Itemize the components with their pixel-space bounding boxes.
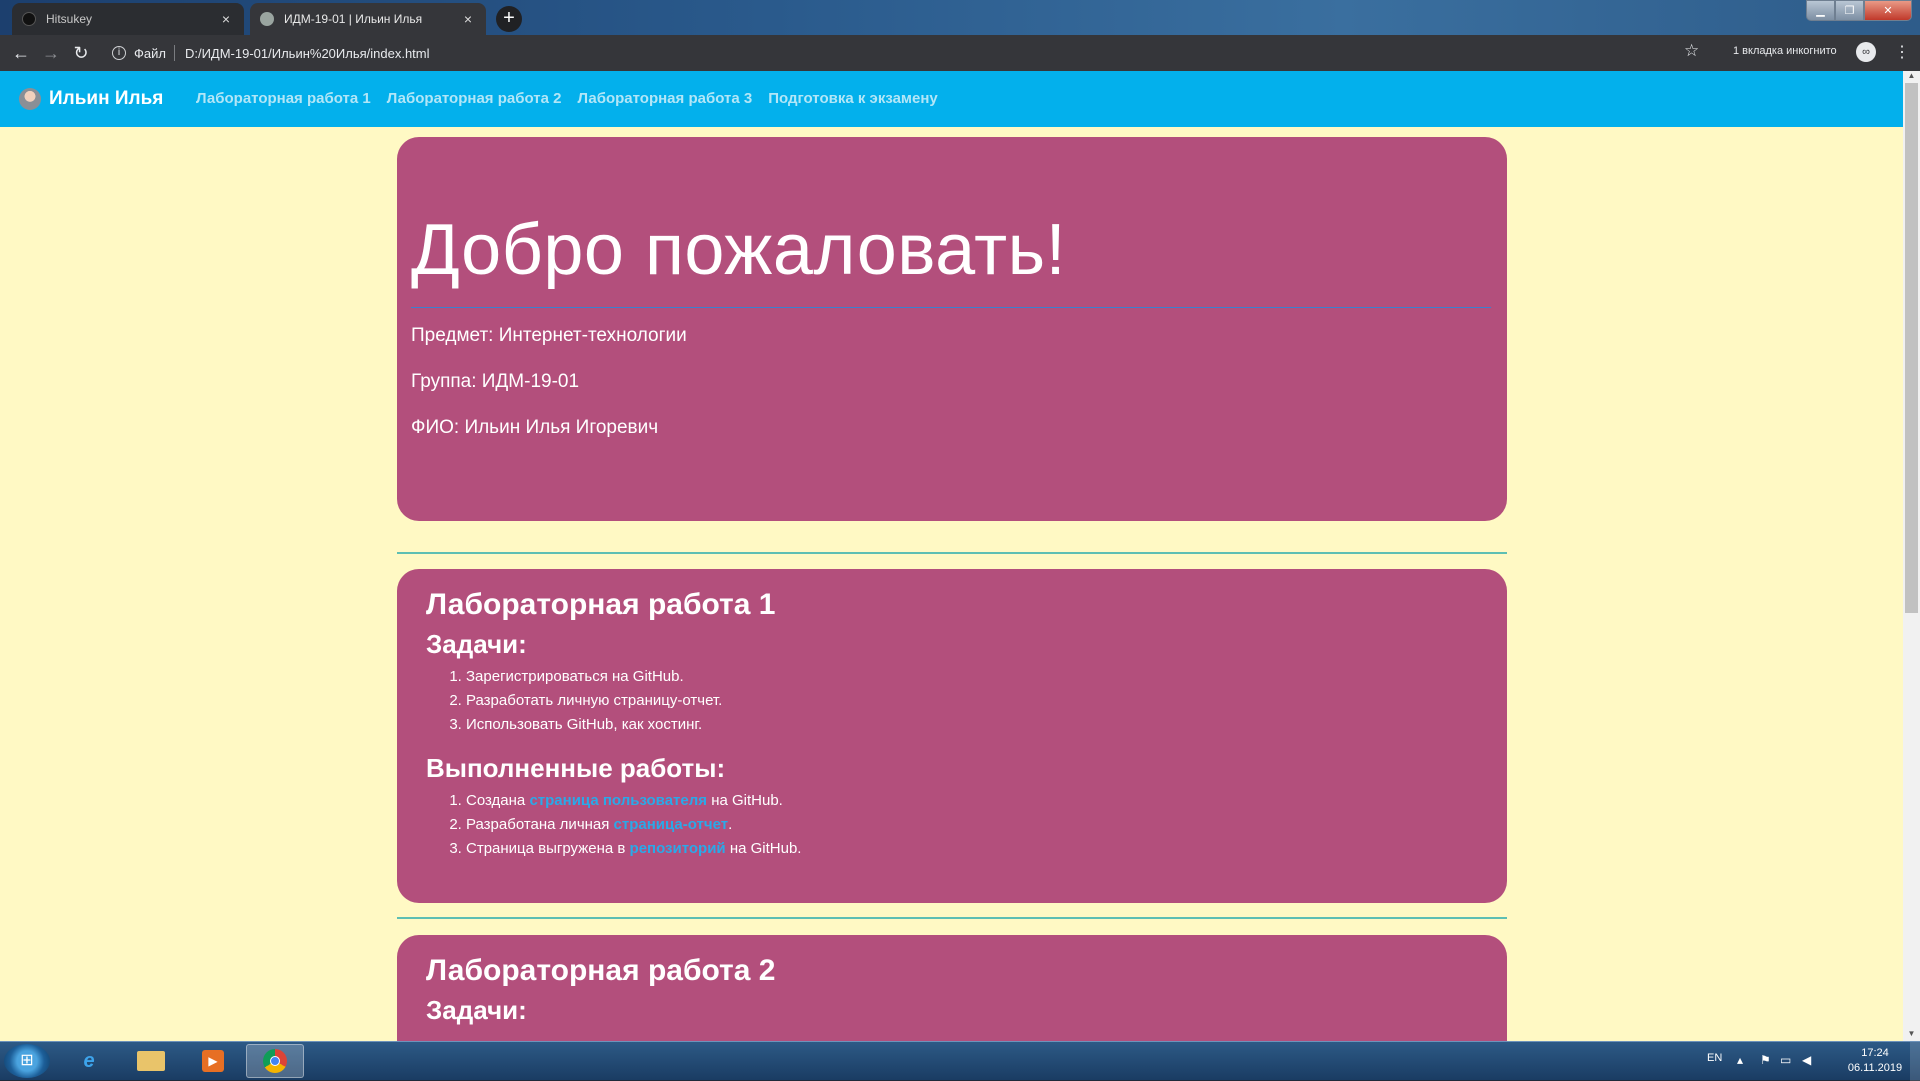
address-url[interactable]: D:/ИДМ-19-01/Ильин%20Илья/index.html <box>185 46 430 61</box>
item-text: Разработана личная <box>466 816 614 833</box>
bookmark-star-icon[interactable]: ☆ <box>1684 41 1699 61</box>
close-window-button[interactable]: ✕ <box>1864 0 1912 21</box>
lab1-done-list: Создана страница пользователя на GitHub.… <box>426 789 1478 861</box>
hero-title: Добро пожаловать! <box>411 210 1067 290</box>
section-divider <box>397 552 1507 554</box>
report-page-link[interactable]: страница-отчет <box>614 816 729 833</box>
hero-name: ФИО: Ильин Илья Игоревич <box>411 417 659 438</box>
avatar <box>19 88 41 110</box>
scroll-thumb[interactable] <box>1905 83 1918 613</box>
hero-jumbotron: Добро пожаловать! Предмет: Интернет-техн… <box>397 137 1507 521</box>
lab1-card: Лабораторная работа 1 Задачи: Зарегистри… <box>397 569 1507 903</box>
menu-dots-icon[interactable]: ⋮ <box>1894 42 1910 62</box>
site-navbar: Ильин Илья Лабораторная работа 1 Лаборат… <box>0 71 1903 127</box>
list-item: Страница выгружена в репозиторий на GitH… <box>466 837 1478 861</box>
list-item: Использовать GitHub, как хостинг. <box>466 713 1478 737</box>
brand-label: Ильин Илья <box>49 88 164 109</box>
hero-group: Группа: ИДМ-19-01 <box>411 371 580 392</box>
nav-link-lab2[interactable]: Лабораторная работа 2 <box>387 90 562 107</box>
list-item: Зарегистрироваться на GitHub. <box>466 665 1478 689</box>
tab-current[interactable]: ИДМ-19-01 | Ильин Илья × <box>250 3 486 35</box>
reload-icon[interactable]: ↻ <box>66 43 96 64</box>
network-icon[interactable]: ▭ <box>1780 1053 1791 1067</box>
tab-hitsukey[interactable]: Hitsukey × <box>12 3 244 35</box>
volume-icon[interactable]: ◀ <box>1802 1053 1811 1067</box>
language-indicator[interactable]: EN <box>1707 1052 1722 1064</box>
info-icon[interactable]: i <box>112 46 126 60</box>
navbar-links: Лабораторная работа 1 Лабораторная работ… <box>196 90 954 107</box>
user-page-link[interactable]: страница пользователя <box>529 792 707 809</box>
lab1-done-heading: Выполненные работы: <box>426 753 726 783</box>
window-controls: ▁ ❐ ✕ <box>1806 0 1912 21</box>
hero-subject: Предмет: Интернет-технологии <box>411 325 687 346</box>
clock-date: 06.11.2019 <box>1847 1062 1903 1074</box>
lab1-tasks-heading: Задачи: <box>426 629 527 659</box>
internet-explorer-icon[interactable]: e <box>60 1044 118 1078</box>
show-desktop-button[interactable] <box>1910 1042 1920 1081</box>
tab-title: ИДМ-19-01 | Ильин Илья <box>284 12 423 26</box>
nav-link-lab1[interactable]: Лабораторная работа 1 <box>196 90 371 107</box>
lab2-card: Лабораторная работа 2 Задачи: <box>397 935 1507 1041</box>
restore-button[interactable]: ❐ <box>1835 0 1864 21</box>
lab2-tasks-heading: Задачи: <box>426 995 527 1025</box>
hero-divider <box>411 307 1491 308</box>
lab2-title: Лабораторная работа 2 <box>426 954 776 987</box>
nav-link-lab3[interactable]: Лабораторная работа 3 <box>577 90 752 107</box>
start-button[interactable]: ⊞ <box>4 1044 50 1078</box>
chrome-icon[interactable] <box>246 1044 304 1078</box>
item-text: . <box>728 816 733 833</box>
browser-toolbar: ← → ↻ i Файл D:/ИДМ-19-01/Ильин%20Илья/i… <box>0 35 1920 71</box>
item-text: Создана <box>466 792 530 809</box>
browser-titlebar: Hitsukey × ИДМ-19-01 | Ильин Илья × + ▁ … <box>0 0 1920 35</box>
section-divider <box>397 917 1507 919</box>
scroll-down-icon[interactable]: ▼ <box>1903 1029 1920 1041</box>
minimize-button[interactable]: ▁ <box>1806 0 1835 21</box>
back-arrow-icon[interactable]: ← <box>6 43 36 64</box>
nav-link-exam[interactable]: Подготовка к экзамену <box>768 90 938 107</box>
forward-arrow-icon[interactable]: → <box>36 43 66 64</box>
new-tab-button[interactable]: + <box>496 6 522 32</box>
navbar-brand[interactable]: Ильин Илья <box>19 88 163 110</box>
tab-title: Hitsukey <box>46 12 93 26</box>
action-center-flag-icon[interactable]: ⚑ <box>1760 1053 1771 1067</box>
item-text: на GitHub. <box>707 792 783 809</box>
list-item: Разработать личную страницу-отчет. <box>466 689 1478 713</box>
list-item: Создана страница пользователя на GitHub. <box>466 789 1478 813</box>
item-text: Страница выгружена в <box>466 840 630 857</box>
list-item: Разработана личная страница-отчет. <box>466 813 1478 837</box>
incognito-label[interactable]: 1 вкладка инкогнито <box>1733 45 1837 57</box>
media-player-icon[interactable]: ▶ <box>184 1044 242 1078</box>
lab1-tasks-list: Зарегистрироваться на GitHub. Разработат… <box>426 665 1478 737</box>
lab1-title: Лабораторная работа 1 <box>426 588 776 621</box>
github-icon <box>22 12 36 26</box>
address-bar[interactable]: i Файл D:/ИДМ-19-01/Ильин%20Илья/index.h… <box>112 38 1717 68</box>
address-divider <box>173 45 175 61</box>
incognito-icon[interactable]: ∞ <box>1856 42 1876 62</box>
tray-expand-icon[interactable]: ▴ <box>1737 1053 1743 1067</box>
page-scrollbar[interactable]: ▲ ▼ <box>1903 71 1920 1041</box>
repository-link[interactable]: репозиторий <box>630 840 726 857</box>
item-text: на GitHub. <box>725 840 802 857</box>
file-explorer-icon[interactable] <box>122 1044 180 1078</box>
clock-time: 17:24 <box>1861 1047 1889 1059</box>
address-scheme: Файл <box>134 45 166 61</box>
scroll-up-icon[interactable]: ▲ <box>1903 71 1920 83</box>
close-icon[interactable]: × <box>460 11 476 27</box>
close-icon[interactable]: × <box>218 11 234 27</box>
page-viewport: Ильин Илья Лабораторная работа 1 Лаборат… <box>0 71 1903 1041</box>
globe-icon <box>260 12 274 26</box>
windows-taskbar: ⊞ e ▶ EN ▴ ⚑ ▭ ◀ 17:24 06.11.2019 <box>0 1041 1920 1081</box>
clock[interactable]: 17:24 06.11.2019 <box>1840 1046 1910 1076</box>
